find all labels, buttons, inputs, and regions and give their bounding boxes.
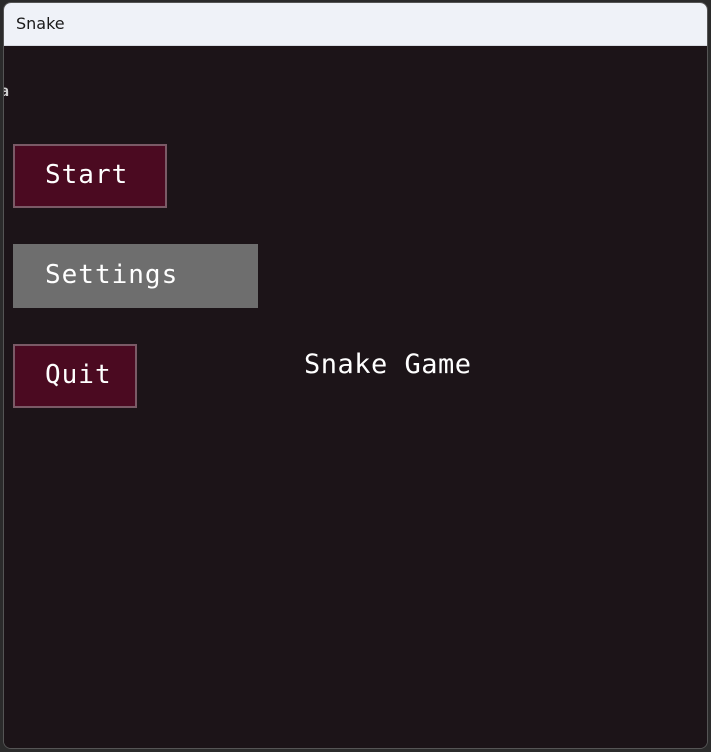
game-canvas: a Start Settings Quit Snake Game	[4, 46, 707, 748]
app-window: Snake a Start Settings Quit Snake Game	[3, 2, 708, 749]
start-button[interactable]: Start	[13, 144, 167, 208]
game-title: Snake Game	[304, 349, 472, 380]
settings-button[interactable]: Settings	[13, 244, 258, 308]
clipped-glyph: a	[4, 82, 9, 100]
title-bar[interactable]: Snake	[4, 3, 707, 46]
window-title: Snake	[16, 14, 65, 33]
quit-button[interactable]: Quit	[13, 344, 137, 408]
